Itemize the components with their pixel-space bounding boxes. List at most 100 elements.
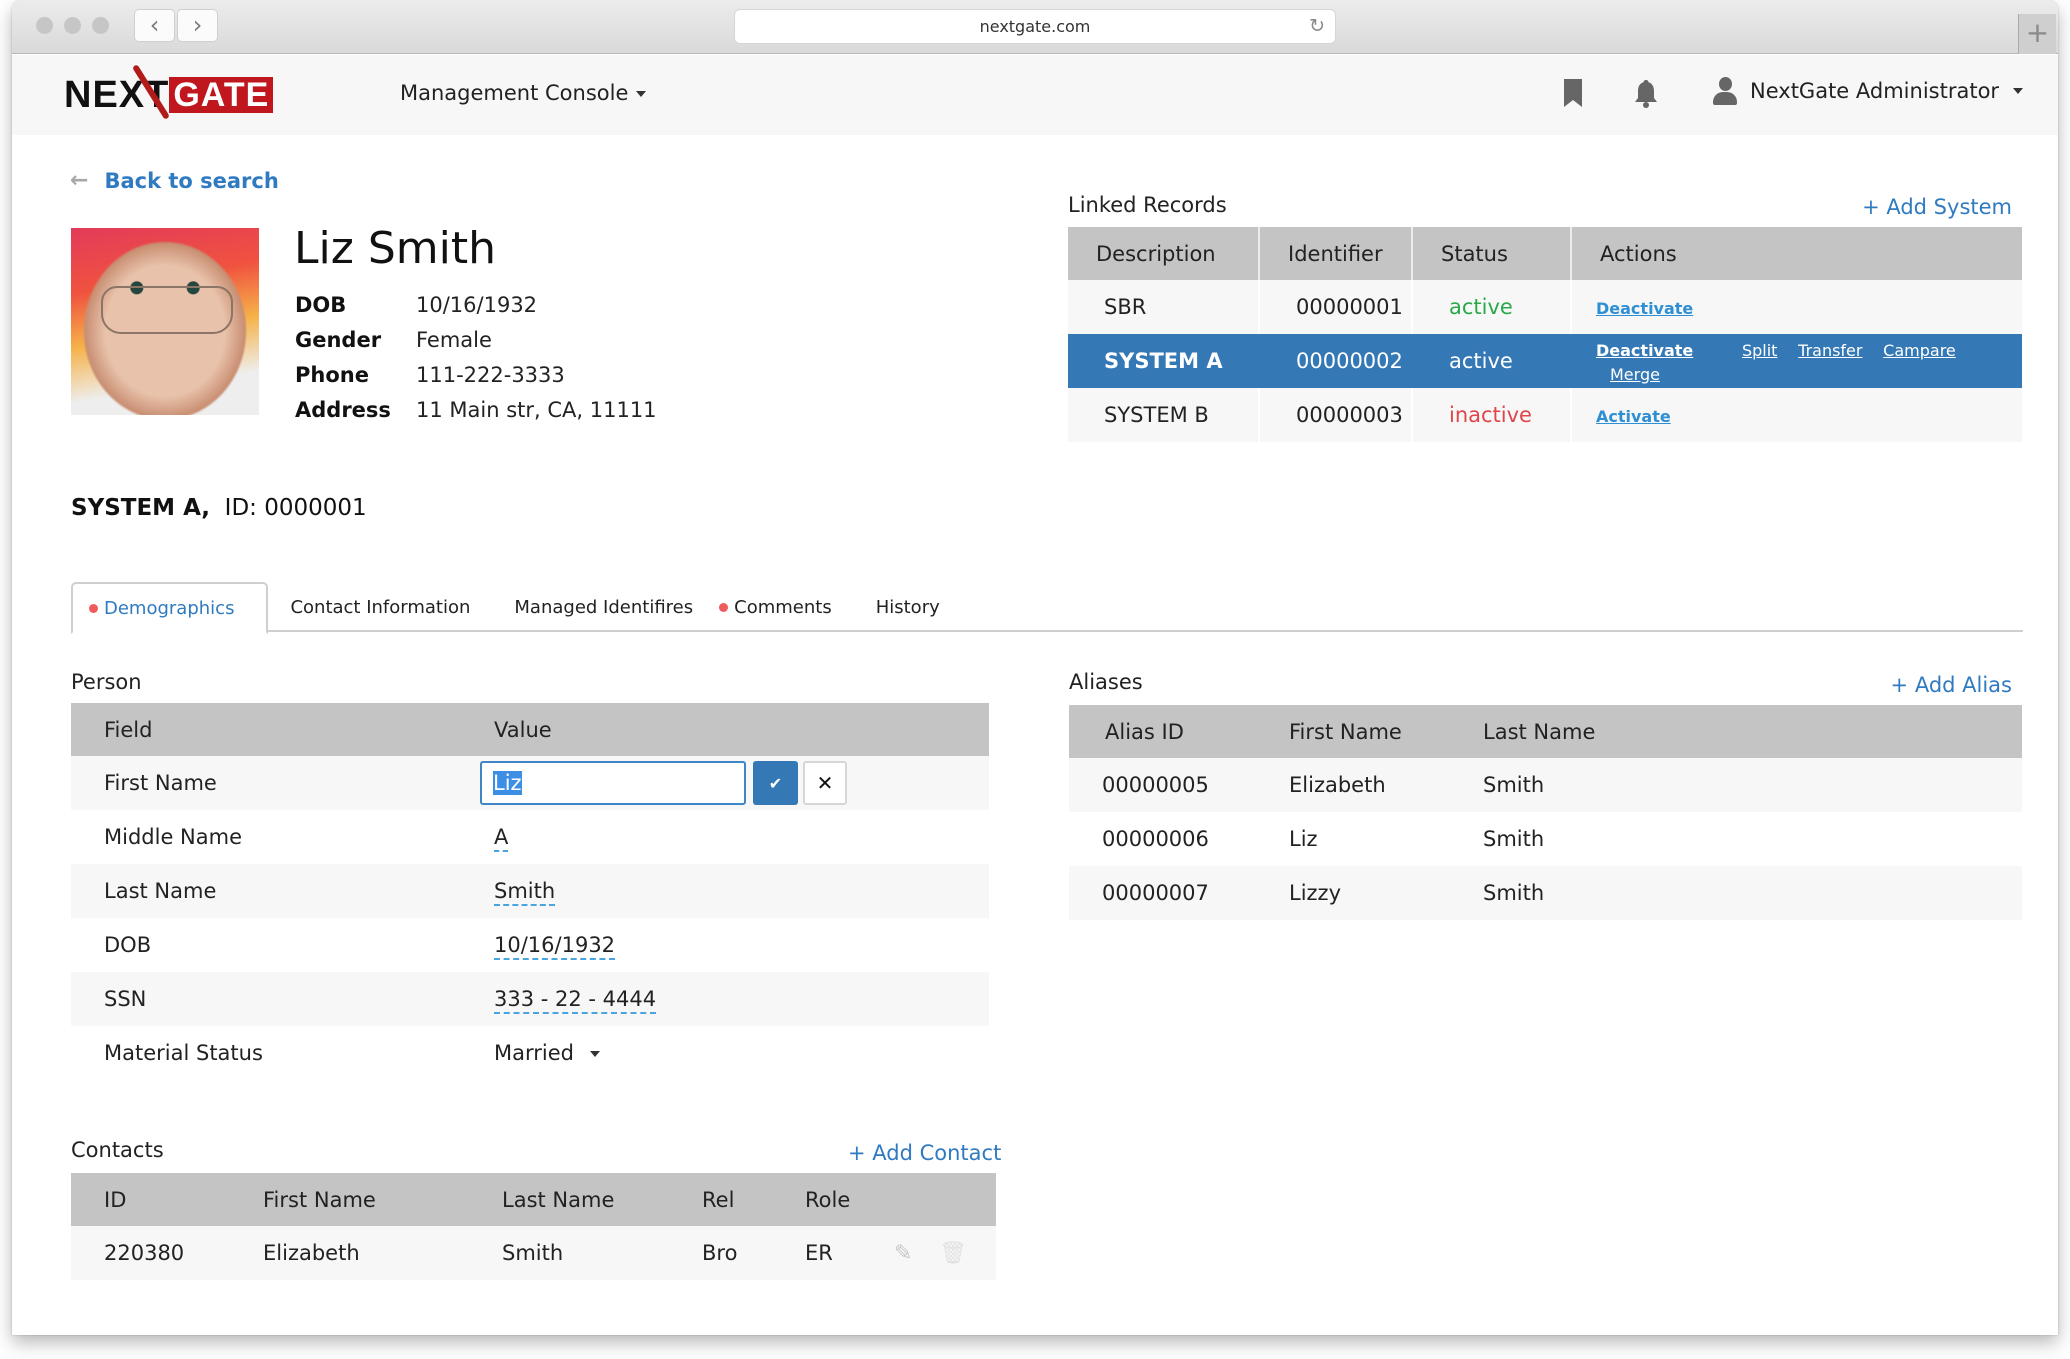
record-actions: Deactivate [1571,280,2022,334]
new-tab-button[interactable]: + [2018,14,2056,54]
summary-row-dob: DOB 10/16/1932 [295,292,538,317]
console-menu-label: Management Console [400,81,629,105]
patient-photo [71,228,259,415]
bell-icon[interactable] [1632,79,1660,109]
linked-record-row[interactable]: SBR 00000001 active Deactivate [1068,280,2022,334]
notification-dot-icon [719,602,729,612]
field-label: Last Name [71,864,461,918]
field-value: Married [461,1026,989,1080]
contact-row[interactable]: 220380 Elizabeth Smith Bro ER ✎ 🗑 [71,1226,996,1280]
browser-toolbar: ‹ › nextgate.com ↻ + [12,0,2058,54]
status-badge: active [1412,280,1572,334]
tab-comments[interactable]: Comments [715,582,854,632]
alias-row[interactable]: 00000006 Liz Smith [1069,812,2022,866]
field-value: Smith [461,864,989,918]
user-menu[interactable]: NextGate Administrator [1712,77,2024,105]
add-contact-link[interactable]: + Add Contact [848,1141,1001,1165]
alias-id: 00000006 [1102,827,1209,851]
logo-text-gate: GATE [169,77,274,113]
caret-down-icon [636,91,647,97]
column-header-description[interactable]: Description [1068,227,1260,280]
field-label: First Name [71,756,461,810]
chevron-right-icon: › [192,11,203,39]
tab-history[interactable]: History [854,582,962,632]
split-link[interactable]: Split [1742,341,1777,360]
bookmark-icon[interactable] [1564,79,1582,107]
column-header-status[interactable]: Status [1412,227,1572,280]
field-value: A [461,810,989,864]
management-console-menu[interactable]: Management Console [400,81,647,105]
field-value: Liz ✔ ✕ [461,756,989,810]
column-header-first-name: First Name [230,1173,469,1226]
alias-last-name: Smith [1483,827,1545,851]
contact-actions: ✎ 🗑 [894,1226,996,1280]
aliases-section-title: Aliases [1069,670,1143,694]
column-header-first-name: First Name [1253,705,1447,758]
url-text: nextgate.com [979,17,1091,36]
transfer-link[interactable]: Transfer [1798,341,1862,360]
column-header-id: ID [71,1173,230,1226]
arrow-left-icon: ← [70,168,89,193]
editable-value[interactable]: A [494,825,509,852]
merge-link[interactable]: Merge [1610,365,1660,384]
activate-link[interactable]: Activate [1596,407,1671,426]
field-label: Middle Name [104,825,242,849]
record-detail-page: ← Back to search Liz Smith DOB 10/16/1932… [12,135,2058,1335]
browser-back-button[interactable]: ‹ [134,9,175,42]
address-bar[interactable]: nextgate.com ↻ [734,9,1336,44]
compare-link[interactable]: Campare [1883,341,1956,360]
patient-summary: DOB 10/16/1932 Gender Female Phone 111-222-… [295,287,657,427]
contact-rel: Bro [669,1226,772,1280]
field-label: Material Status [104,1041,263,1065]
window-zoom-button[interactable] [92,17,109,34]
editable-value[interactable]: 10/16/1932 [494,933,616,960]
nextgate-logo[interactable]: NEXT GATE [64,64,274,120]
add-system-link[interactable]: + Add System [1862,195,2012,219]
window-close-button[interactable] [36,17,53,34]
person-row-middle-name: Middle Name A [71,810,989,864]
column-header-role: Role [772,1173,894,1226]
deactivate-link[interactable]: Deactivate [1596,299,1693,318]
column-header-last-name: Last Name [469,1173,669,1226]
column-header-alias-id: Alias ID [1069,705,1253,758]
tab-managed-identifiers[interactable]: Managed Identifires [492,582,715,632]
confirm-edit-button[interactable]: ✔ [753,761,798,805]
caret-down-icon [2013,88,2024,94]
inline-editor: Liz ✔ ✕ [480,761,989,805]
alias-row[interactable]: 00000007 Lizzy Smith [1069,866,2022,920]
app-header: NEXT GATE Management Console NextGate Ad… [12,55,2058,135]
field-label: SSN [71,972,461,1026]
cancel-edit-button[interactable]: ✕ [803,761,847,805]
editable-value[interactable]: 333 - 22 - 4444 [494,987,657,1014]
deactivate-link[interactable]: Deactivate [1596,341,1693,360]
browser-forward-button[interactable]: › [177,9,218,42]
close-icon: ✕ [816,771,834,795]
pencil-icon[interactable]: ✎ [894,1241,912,1266]
back-to-search-link[interactable]: ← Back to search [70,168,279,193]
tab-label: Managed Identifires [514,596,694,618]
contact-last-name: Smith [469,1226,669,1280]
linked-record-row[interactable]: SYSTEM B 00000003 inactive Activate [1068,388,2022,442]
status-badge: active [1412,334,1572,388]
record-actions: Activate [1571,388,2022,442]
editable-value[interactable]: Smith [494,879,556,906]
trash-icon[interactable]: 🗑 [939,1241,967,1266]
tab-demographics[interactable]: Demographics [71,582,269,634]
record-identifier: 00000002 [1259,334,1413,388]
first-name-input[interactable]: Liz [480,761,746,805]
window-minimize-button[interactable] [64,17,81,34]
alias-row[interactable]: 00000005 Elizabeth Smith [1069,758,2022,812]
reload-icon[interactable]: ↻ [1309,10,1325,43]
marital-status-select[interactable]: Married [494,1041,600,1065]
record-identifier: 00000001 [1259,280,1413,334]
person-table: Field Value First Name Liz ✔ ✕ Middle Na… [71,703,989,1080]
alias-id: 00000005 [1069,758,1253,812]
tab-contact-information[interactable]: Contact Information [268,582,492,632]
record-description: SBR [1068,280,1260,334]
add-alias-link[interactable]: + Add Alias [1891,673,2012,697]
record-description: SYSTEM A [1068,334,1260,388]
linked-record-row-selected[interactable]: SYSTEM A 00000002 active Deactivate Spli… [1068,334,2022,388]
column-header-identifier[interactable]: Identifier [1259,227,1413,280]
tab-label: Demographics [104,597,235,619]
alias-id: 00000007 [1069,866,1253,920]
